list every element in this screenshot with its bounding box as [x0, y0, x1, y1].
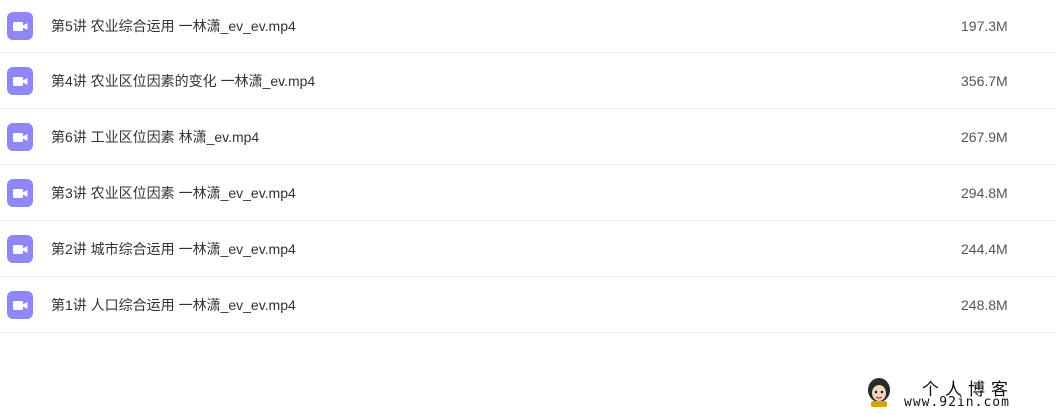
watermark: 个人博客 www.92in.com	[862, 374, 1052, 412]
video-file-icon	[7, 178, 33, 207]
file-list: 第5讲 农业综合运用 一林潇_ev_ev.mp4 197.3M 第4讲 农业区位…	[0, 0, 1056, 333]
file-name[interactable]: 第6讲 工业区位因素 林潇_ev.mp4	[51, 127, 259, 147]
avatar-icon	[864, 376, 894, 408]
file-row[interactable]: 第6讲 工业区位因素 林潇_ev.mp4 267.9M	[0, 109, 1056, 165]
file-name[interactable]: 第5讲 农业综合运用 一林潇_ev_ev.mp4	[51, 16, 296, 36]
file-name[interactable]: 第4讲 农业区位因素的变化 一林潇_ev.mp4	[51, 71, 315, 91]
video-file-icon	[7, 122, 33, 151]
video-file-icon	[7, 66, 33, 95]
file-size: 294.8M	[961, 184, 1008, 201]
watermark-url: www.92in.com	[904, 395, 1010, 410]
video-file-icon	[7, 12, 33, 40]
file-size: 197.3M	[961, 18, 1008, 34]
file-name[interactable]: 第1讲 人口综合运用 一林潇_ev_ev.mp4	[51, 295, 296, 315]
file-size: 248.8M	[961, 296, 1008, 313]
file-row[interactable]: 第1讲 人口综合运用 一林潇_ev_ev.mp4 248.8M	[0, 277, 1056, 333]
file-row[interactable]: 第4讲 农业区位因素的变化 一林潇_ev.mp4 356.7M	[0, 53, 1056, 109]
video-file-icon	[7, 290, 33, 319]
file-row[interactable]: 第2讲 城市综合运用 一林潇_ev_ev.mp4 244.4M	[0, 221, 1056, 277]
file-name[interactable]: 第2讲 城市综合运用 一林潇_ev_ev.mp4	[51, 239, 296, 259]
file-size: 356.7M	[961, 72, 1008, 89]
video-file-icon	[7, 234, 33, 263]
file-size: 244.4M	[961, 240, 1008, 257]
file-row[interactable]: 第5讲 农业综合运用 一林潇_ev_ev.mp4 197.3M	[0, 0, 1056, 53]
file-size: 267.9M	[961, 128, 1008, 145]
file-name[interactable]: 第3讲 农业区位因素 一林潇_ev_ev.mp4	[51, 183, 296, 203]
file-row[interactable]: 第3讲 农业区位因素 一林潇_ev_ev.mp4 294.8M	[0, 165, 1056, 221]
